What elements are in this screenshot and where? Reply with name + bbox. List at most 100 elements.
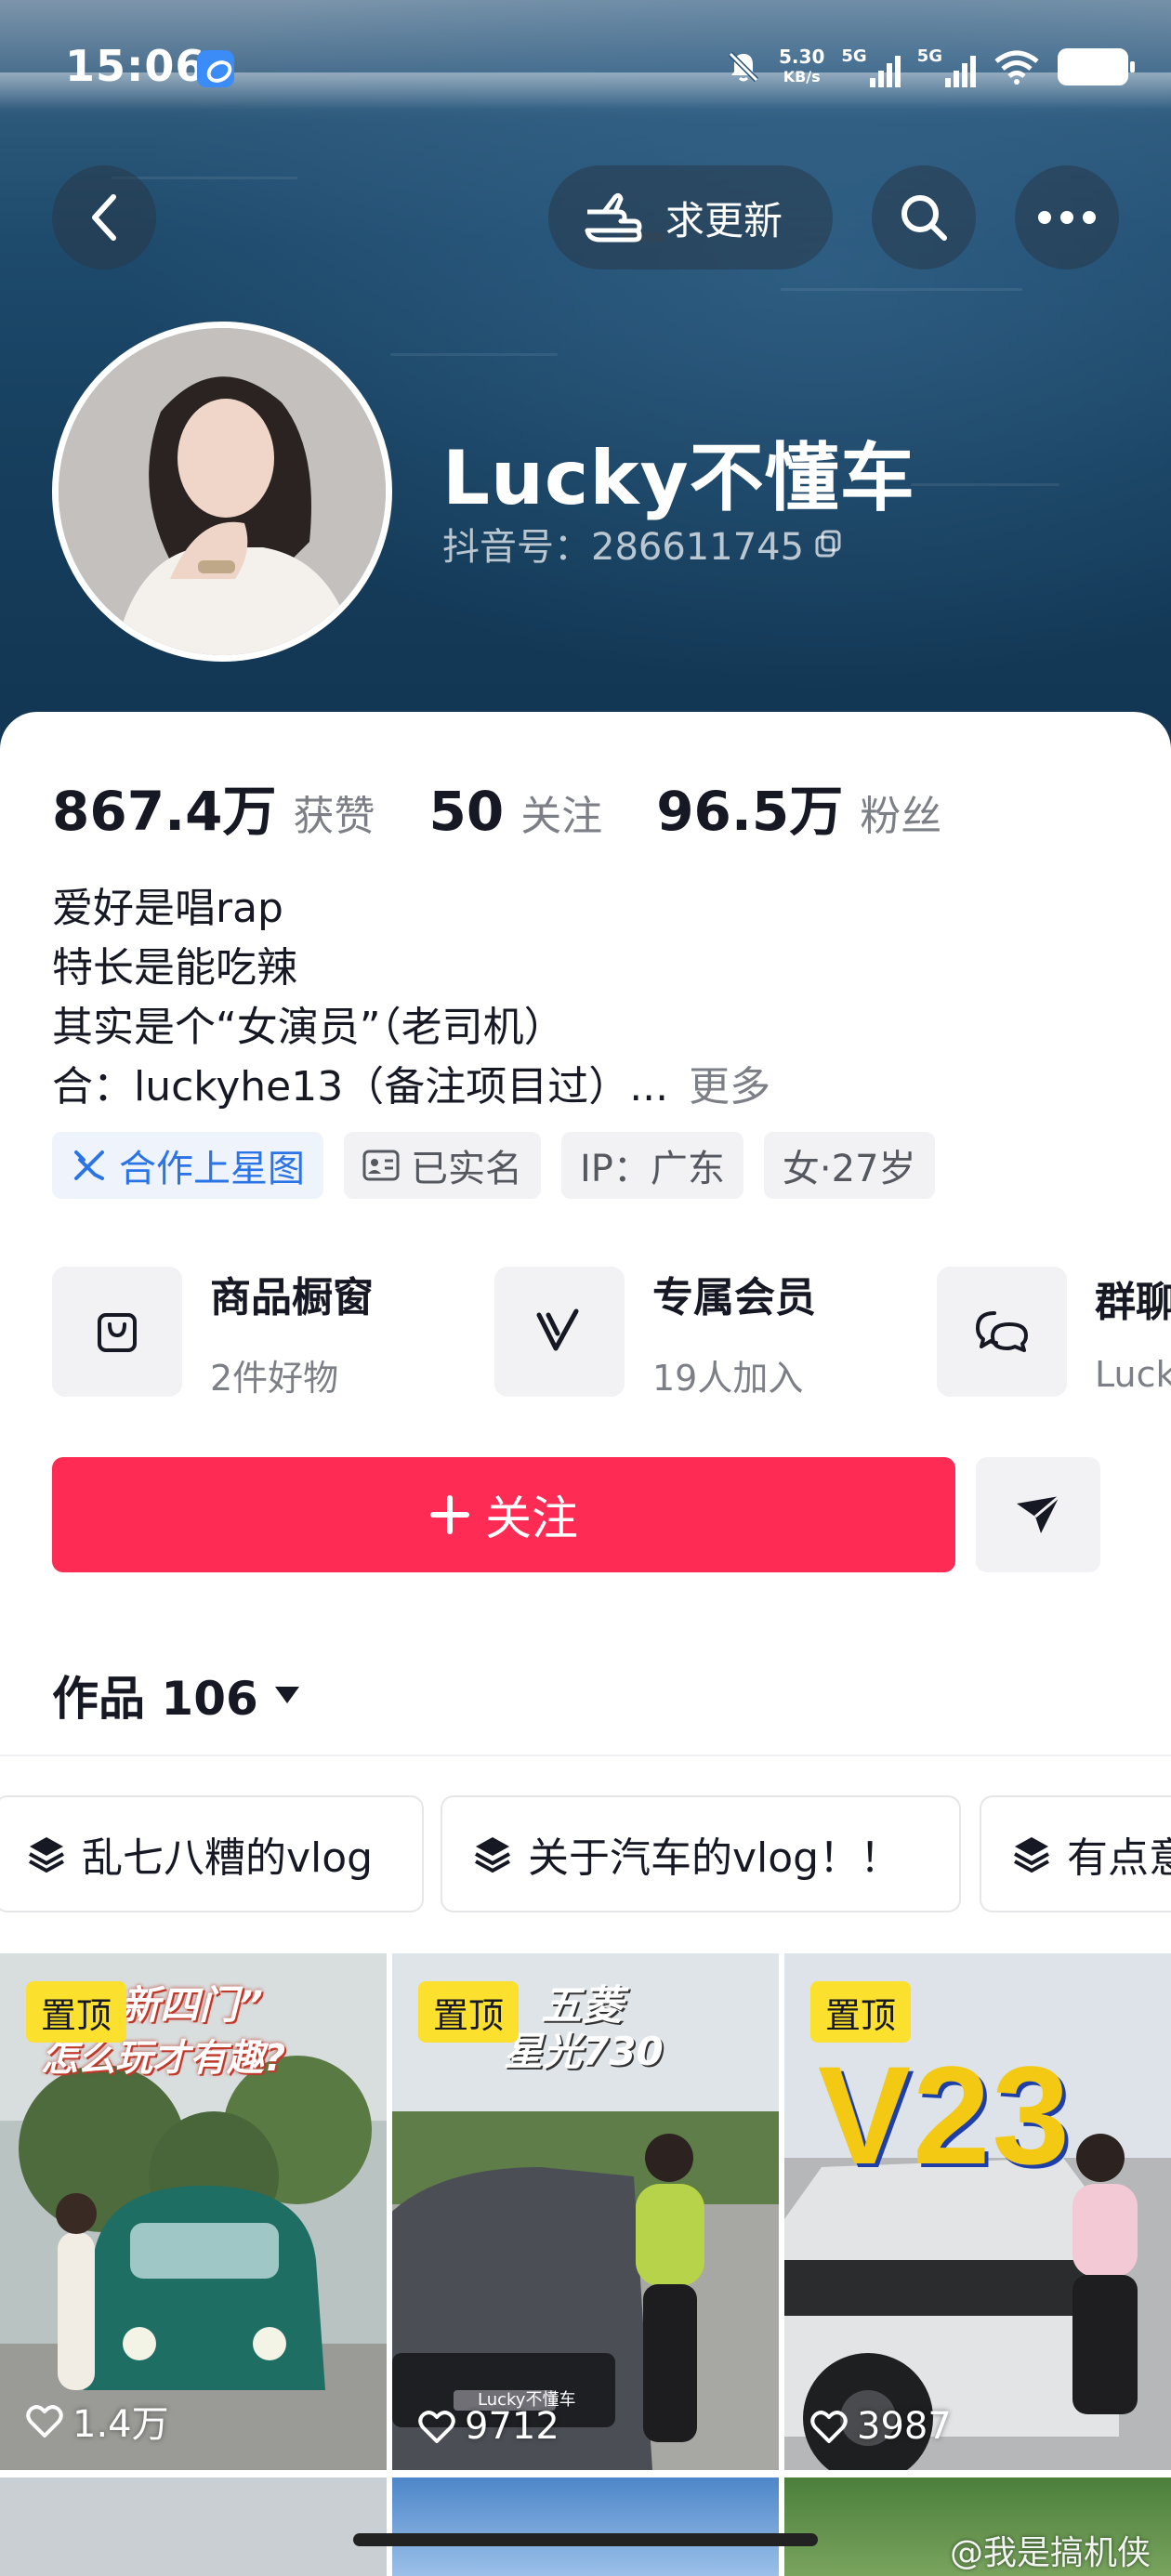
more-options-button[interactable]: [1015, 165, 1119, 269]
collection-chip[interactable]: 乱七八糟的vlog: [0, 1795, 424, 1912]
back-button[interactable]: [52, 165, 156, 269]
collection-chip[interactable]: 有点意思: [980, 1795, 1171, 1912]
plus-icon: [430, 1495, 469, 1534]
tag-gender-age: 女·27岁: [763, 1132, 935, 1199]
video-likes: 3987: [810, 2405, 952, 2448]
shortcut-text: 专属会员 19人加入: [652, 1264, 816, 1400]
bio-line: 爱好是唱rap: [52, 885, 283, 932]
layers-icon: [475, 1837, 510, 1873]
shortcut-icon-box: [937, 1267, 1067, 1397]
likes-count: 3987: [857, 2405, 952, 2448]
collection-label: 乱七八糟的vlog: [82, 1834, 374, 1882]
likes-count[interactable]: 867.4万: [52, 768, 276, 846]
video-tile[interactable]: 五菱 星光730 Lucky不懂车 置顶 9712: [392, 1953, 779, 2470]
profile-sheet: 867.4万 获赞 50 关注 96.5万 粉丝 爱好是唱rap 特长是能吃辣 …: [0, 712, 1171, 2576]
shortcut-text: 群聊 Lucky: [1095, 1268, 1171, 1395]
video-tile[interactable]: V23 置顶 3987: [784, 1953, 1171, 2470]
video-grid: 新四门” 怎么玩才有趣? 置顶 1.4万 五菱 星光730 Lucky不懂车 置…: [0, 1953, 1171, 2576]
mute-bell-icon: [728, 51, 759, 83]
avatar[interactable]: [52, 322, 392, 662]
followers-count[interactable]: 96.5万: [656, 768, 843, 846]
follow-label: 关注: [485, 1492, 578, 1545]
send-message-button[interactable]: [976, 1457, 1100, 1572]
app-notification-icon: [197, 50, 234, 87]
status-time: 15:06: [65, 41, 206, 91]
video-tile[interactable]: [392, 2477, 779, 2576]
wifi-icon: [994, 50, 1039, 85]
more-dots-icon: [1038, 211, 1096, 224]
profile-stats: 867.4万 获赞 50 关注 96.5万 粉丝: [52, 768, 995, 846]
profile-name: Lucky不懂车: [442, 435, 915, 521]
shortcut-title: 商品橱窗: [210, 1273, 374, 1321]
shortcut-text: 商品橱窗 2件好物: [210, 1264, 374, 1400]
bio-line: 合：luckyhe13（备注项目过）... 更多: [52, 1058, 770, 1117]
video-likes: 1.4万: [26, 2394, 169, 2448]
cover-ripple: [911, 483, 1059, 486]
profile-tags: 合作上星图 已实名 IP：广东 女·27岁: [52, 1132, 935, 1199]
layers-icon: [1014, 1837, 1049, 1873]
douyin-id-text: 抖音号：286611745: [442, 526, 805, 569]
star-map-icon: [74, 1150, 104, 1180]
profile-screen: 15:06 5.30 KB/s 5G 5G 求更新 Lucky不懂车 抖音号：2…: [0, 0, 1171, 2576]
tag-ip-location: IP：广东: [561, 1132, 743, 1199]
send-icon: [1017, 1494, 1060, 1533]
avatar-photo: [59, 328, 386, 655]
collection-chip[interactable]: 关于汽车的vlog！！: [441, 1795, 961, 1912]
chevron-left-icon: [92, 194, 116, 241]
pinned-badge: 置顶: [26, 1981, 127, 2043]
shortcut-icon-box: [494, 1267, 625, 1397]
video-tile[interactable]: 新四门” 怎么玩才有趣? 置顶 1.4万: [0, 1953, 387, 2470]
follow-button[interactable]: 关注: [52, 1457, 955, 1572]
shortcut-group-chat[interactable]: 群聊 Lucky: [937, 1262, 1171, 1401]
douyin-id[interactable]: 抖音号：286611745: [442, 517, 845, 571]
net-speed: 5.30 KB/s: [779, 46, 824, 87]
pinned-badge: 置顶: [810, 1981, 912, 2043]
bio-line: 其实是个“女演员”（老司机）: [52, 1004, 565, 1051]
heart-icon: [26, 2405, 63, 2438]
following-count[interactable]: 50: [428, 780, 504, 843]
tag-verified[interactable]: 已实名: [344, 1132, 541, 1199]
followers-label[interactable]: 粉丝: [860, 782, 941, 842]
id-card-icon: [362, 1150, 400, 1181]
cover-ripple: [390, 353, 558, 356]
works-label: 作品 106: [52, 1672, 258, 1726]
pointing-hand-icon: [585, 192, 642, 243]
heart-icon: [810, 2411, 848, 2443]
request-update-button[interactable]: 求更新: [548, 165, 833, 269]
shortcut-subtitle: 19人加入: [652, 1357, 804, 1399]
vip-v-icon: [536, 1308, 579, 1351]
layers-icon: [29, 1837, 64, 1873]
signal-5g-2: 5G: [917, 46, 976, 87]
bio: 爱好是唱rap 特长是能吃辣 其实是个“女演员”（老司机） 合：luckyhe1…: [52, 879, 770, 1117]
tag-star-map[interactable]: 合作上星图: [52, 1132, 323, 1199]
watermark: @我是搞机侠: [949, 2534, 1151, 2572]
bio-more-link[interactable]: 更多: [689, 1063, 770, 1111]
video-title-line1: 新四门”: [121, 1982, 264, 2028]
caret-down-icon: [274, 1687, 299, 1703]
request-update-label: 求更新: [665, 197, 783, 243]
divider: [0, 1755, 1171, 1756]
net-speed-unit: KB/s: [783, 68, 821, 85]
likes-count: 9712: [465, 2405, 559, 2448]
shortcut-membership[interactable]: 专属会员 19人加入: [494, 1262, 816, 1401]
shortcut-subtitle: Lucky: [1095, 1354, 1171, 1395]
search-button[interactable]: [872, 165, 976, 269]
signal-label: 5G: [841, 46, 867, 66]
home-indicator[interactable]: [353, 2533, 818, 2546]
tag-label: IP：广东: [580, 1148, 725, 1190]
tag-label: 已实名: [411, 1148, 522, 1190]
shortcut-showcase[interactable]: 商品橱窗 2件好物: [52, 1262, 374, 1401]
collections-row: 乱七八糟的vlog 关于汽车的vlog！！ 有点意思: [0, 1795, 1171, 1914]
status-bar: 15:06 5.30 KB/s 5G 5G: [0, 28, 1171, 102]
profile-shortcuts: 商品橱窗 2件好物 专属会员 19人加入 群聊 Luck: [52, 1262, 1171, 1401]
copy-icon[interactable]: [813, 528, 845, 559]
shortcut-icon-box: [52, 1267, 182, 1397]
signal-label: 5G: [916, 46, 942, 66]
likes-label[interactable]: 获赞: [293, 782, 375, 842]
video-tile[interactable]: [0, 2477, 387, 2576]
tag-label: 合作上星图: [119, 1148, 305, 1190]
shortcut-title: 专属会员: [652, 1273, 816, 1321]
search-icon: [901, 195, 947, 241]
following-label[interactable]: 关注: [520, 782, 602, 842]
tab-works[interactable]: 作品 106: [52, 1662, 301, 1728]
